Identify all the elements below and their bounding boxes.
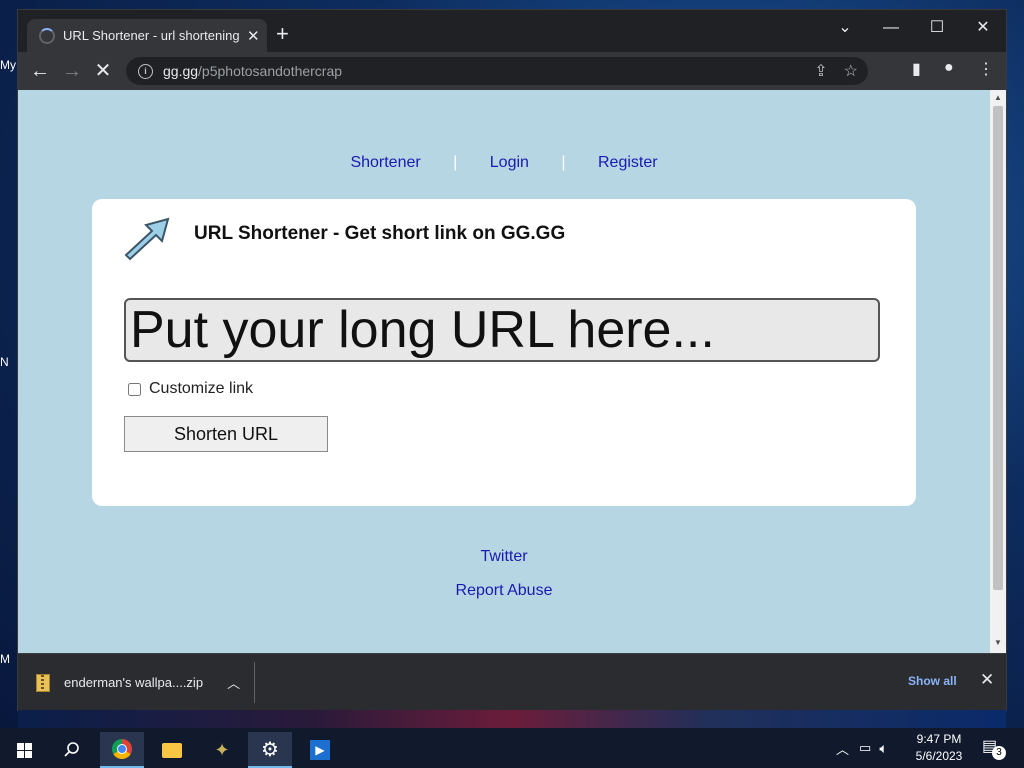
site-nav: Shortener | Login | Register — [18, 154, 990, 172]
search-button[interactable] — [50, 732, 94, 768]
taskbar-app-2[interactable]: ▶ — [298, 732, 342, 768]
start-button[interactable] — [2, 732, 46, 768]
download-filename: enderman's wallpa....zip — [64, 675, 204, 690]
chevron-up-icon[interactable]: ︿ — [227, 673, 240, 692]
nav-separator: | — [561, 154, 566, 171]
page-content: Shortener | Login | Register URL Shorten… — [18, 90, 990, 653]
stop-loading-button[interactable]: ✕ — [91, 59, 115, 83]
new-tab-button[interactable]: + — [276, 23, 289, 45]
taskbar-clock[interactable]: 9:47 PM 5/6/2023 — [906, 731, 972, 765]
taskbar-steam[interactable]: ⚙ — [248, 732, 292, 768]
minimize-button[interactable]: — — [876, 16, 906, 40]
address-bar[interactable]: i gg.gg/p5photosandothercrap ⇪ ☆ — [126, 57, 868, 85]
nav-link-shortener[interactable]: Shortener — [350, 154, 420, 171]
scrollbar-thumb[interactable] — [993, 106, 1003, 590]
address-path: /p5photosandothercrap — [198, 63, 343, 79]
clock-time: 9:47 PM — [916, 732, 962, 746]
browser-toolbar: ← → ✕ i gg.gg/p5photosandothercrap ⇪ ☆ ▮… — [18, 52, 1006, 90]
close-tab-icon[interactable]: ✕ — [247, 27, 260, 45]
network-icon[interactable]: ▭ — [859, 740, 871, 756]
profile-icon[interactable]: ● — [944, 59, 954, 77]
maximize-button[interactable]: ☐ — [922, 16, 952, 40]
share-icon[interactable]: ⇪ — [814, 61, 827, 81]
nav-link-register[interactable]: Register — [598, 154, 658, 171]
browser-tab[interactable]: URL Shortener - url shortening se ✕ — [27, 19, 267, 52]
app-icon: ✦ — [214, 739, 230, 760]
notification-count: 3 — [992, 746, 1006, 760]
shortener-card: URL Shortener - Get short link on GG.GG … — [92, 199, 916, 506]
customize-link-checkbox[interactable] — [128, 382, 141, 396]
report-abuse-link[interactable]: Report Abuse — [456, 582, 553, 599]
download-bar: enderman's wallpa....zip ︿ Show all ✕ — [18, 653, 1006, 711]
taskbar-app[interactable]: ✦ — [200, 732, 244, 768]
volume-icon[interactable]: 🔈︎ — [879, 740, 887, 757]
scroll-down-arrow-icon[interactable]: ▼ — [994, 638, 1002, 647]
footer-report: Report Abuse — [18, 582, 990, 600]
close-download-bar-button[interactable]: ✕ — [980, 670, 994, 690]
tab-strip: URL Shortener - url shortening se ✕ + ⌄ … — [18, 10, 1006, 52]
search-icon — [64, 742, 79, 757]
system-tray: ︿ ▭ 🔈︎ — [836, 728, 888, 768]
nav-separator: | — [453, 154, 458, 171]
arrow-logo-icon — [124, 217, 170, 261]
page-scrollbar[interactable]: ▲ ▼ — [990, 90, 1006, 653]
loading-spinner-icon — [39, 27, 55, 44]
download-item[interactable]: enderman's wallpa....zip ︿ — [36, 654, 240, 711]
back-button[interactable]: ← — [28, 59, 52, 83]
nav-link-login[interactable]: Login — [490, 154, 529, 171]
taskbar-chrome[interactable] — [100, 732, 144, 768]
taskbar-file-explorer[interactable] — [150, 732, 194, 768]
browser-window: URL Shortener - url shortening se ✕ + ⌄ … — [18, 10, 1006, 711]
shorten-url-button[interactable]: Shorten URL — [124, 416, 328, 452]
site-info-icon[interactable]: i — [138, 63, 153, 79]
taskbar: ✦ ⚙ ▶ ︿ ▭ 🔈︎ 9:47 PM 5/6/2023 ▤ 3 — [0, 728, 1024, 768]
media-app-icon: ▶ — [310, 740, 330, 760]
divider — [254, 662, 255, 703]
show-all-button[interactable]: Show all — [908, 674, 957, 688]
desktop-icon-label: M — [0, 652, 10, 666]
customize-link-option[interactable]: Customize link — [128, 380, 253, 398]
tab-search-dropdown-icon[interactable]: ⌄ — [830, 16, 860, 40]
forward-button[interactable]: → — [60, 59, 84, 83]
desktop-wallpaper — [18, 710, 1006, 728]
long-url-input[interactable] — [124, 298, 880, 362]
twitter-link[interactable]: Twitter — [480, 548, 527, 565]
footer-twitter: Twitter — [18, 548, 990, 566]
chrome-menu-icon[interactable]: ⋮ — [978, 59, 994, 79]
page-title: URL Shortener - Get short link on GG.GG — [194, 223, 566, 244]
folder-icon — [162, 742, 182, 758]
desktop-icon-label: N — [0, 355, 9, 369]
side-panel-icon[interactable]: ▮ — [912, 59, 921, 79]
bookmark-star-icon[interactable]: ☆ — [844, 61, 858, 81]
steam-icon: ⚙ — [261, 738, 279, 761]
customize-link-label: Customize link — [149, 380, 254, 397]
chrome-icon — [112, 739, 132, 759]
clock-date: 5/6/2023 — [915, 749, 963, 763]
window-close-button[interactable]: ✕ — [968, 16, 998, 40]
notification-center-button[interactable]: ▤ 3 — [982, 736, 1006, 760]
zip-file-icon — [36, 673, 50, 692]
desktop-icon-label: My — [0, 58, 16, 72]
scroll-up-arrow-icon[interactable]: ▲ — [994, 93, 1002, 102]
tab-title: URL Shortener - url shortening se — [63, 28, 241, 43]
windows-logo-icon — [16, 742, 32, 758]
address-host: gg.gg — [163, 63, 199, 79]
chevron-up-icon[interactable]: ︿ — [836, 739, 849, 758]
